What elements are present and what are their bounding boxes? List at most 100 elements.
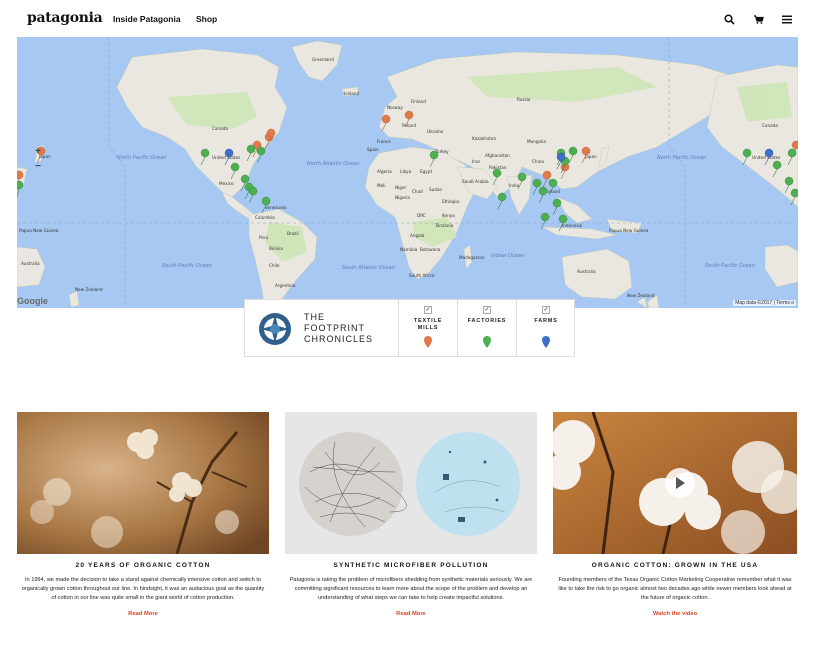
card-organic-cotton: 20 YEARS OF ORGANIC COTTON In 1994, we m… xyxy=(17,412,269,617)
label-colombia: Colombia xyxy=(255,215,275,220)
label-indian-ocean: Indian Ocean xyxy=(491,253,524,259)
label-ethiopia: Ethiopia xyxy=(442,199,459,204)
factories-checkbox[interactable]: ✓ xyxy=(483,306,491,314)
cotton-field-image[interactable] xyxy=(17,412,269,554)
filter-factories[interactable]: ✓ FACTORIES xyxy=(457,300,516,357)
site-header: patagonia Inside Patagonia Shop xyxy=(0,0,818,38)
pin-factory xyxy=(248,186,258,204)
label-ukraine: Ukraine xyxy=(427,129,444,134)
label-australia: Australia xyxy=(577,269,596,274)
textile-mills-checkbox[interactable]: ✓ xyxy=(424,306,432,314)
label-canada-right: Canada xyxy=(762,123,778,128)
label-mongolia: Mongolia xyxy=(527,139,546,144)
label-iran: Iran xyxy=(472,159,481,164)
label-brazil: Brazil xyxy=(287,231,299,236)
pin-factory xyxy=(552,198,562,216)
label-afghanistan: Afghanistan xyxy=(485,153,510,158)
footprint-chronicles-logo xyxy=(259,313,291,345)
land xyxy=(17,40,798,308)
label-new-zealand-left: New Zealand xyxy=(75,287,103,292)
zoom-out-button[interactable]: − xyxy=(34,162,42,172)
label-mali: Mali xyxy=(377,183,386,188)
label-namibia: Namibia xyxy=(400,247,418,252)
label-venezuela: Venezuela xyxy=(265,205,287,210)
pin-factory xyxy=(540,212,550,230)
nav-inside-patagonia[interactable]: Inside Patagonia xyxy=(113,14,181,24)
card-title: ORGANIC COTTON: GROWN IN THE USA xyxy=(591,562,759,569)
textile-mill-pin-icon xyxy=(424,336,432,348)
zoom-in-button[interactable]: + xyxy=(34,147,42,157)
read-more-link[interactable]: Read More xyxy=(285,611,537,617)
label-line: FARMS xyxy=(534,318,558,324)
menu-icon[interactable] xyxy=(780,12,794,26)
label-indonesia: Indonesia xyxy=(562,223,583,228)
search-icon[interactable] xyxy=(722,12,736,26)
footprint-legend: THE FOOTPRINT CHRONICLES ✓ TEXTILE MILLS… xyxy=(244,299,575,357)
label-egypt: Egypt xyxy=(420,169,432,174)
card-text: In 1994, we made the decision to take a … xyxy=(21,577,265,601)
play-video-button[interactable] xyxy=(665,468,695,498)
read-more-link[interactable]: Read More xyxy=(17,611,269,617)
label-line: MILLS xyxy=(417,325,439,331)
map-credit[interactable]: Map data ©2017 | Terms o xyxy=(733,300,796,306)
map-canvas: Greenland Iceland Norway Finland Russia … xyxy=(17,37,798,308)
label-nigeria: Nigeria xyxy=(395,195,410,200)
label-kazakhstan: Kazakhstan xyxy=(472,136,496,141)
world-map[interactable]: Greenland Iceland Norway Finland Russia … xyxy=(17,37,798,308)
microfiber-samples-image[interactable] xyxy=(285,412,537,554)
card-microfiber: SYNTHETIC MICROFIBER POLLUTION Patagonia… xyxy=(285,412,537,617)
label-greenland: Greenland xyxy=(312,57,334,62)
label-china: China xyxy=(532,159,544,164)
label-drc: DRC xyxy=(417,213,426,218)
legend-title-line: THE xyxy=(304,312,325,322)
pin-factory xyxy=(497,192,507,210)
label-south-africa: South Africa xyxy=(409,273,435,278)
label-peru: Peru xyxy=(259,235,269,240)
label-south-atlantic: South Atlantic Ocean xyxy=(342,265,395,271)
legend-title-line: CHRONICLES xyxy=(304,334,374,344)
label-papua-new-guinea-left: Papua New Guinea xyxy=(19,228,59,233)
pin-factory xyxy=(17,180,24,198)
label-madagascar: Madagascar xyxy=(459,255,485,260)
label-south-pacific-right: South Pacific Ocean xyxy=(705,263,755,269)
label-poland: Poland xyxy=(402,123,416,128)
nav-shop[interactable]: Shop xyxy=(196,14,217,24)
filter-textile-mills[interactable]: ✓ TEXTILE MILLS xyxy=(398,300,457,357)
cotton-boll-video[interactable] xyxy=(553,412,797,554)
label-botswana: Botswana xyxy=(420,247,441,252)
card-text: Patagonia is taking the problem of micro… xyxy=(289,577,533,601)
filter-farms[interactable]: ✓ FARMS xyxy=(516,300,575,357)
label-chile: Chile xyxy=(269,263,280,268)
label-australia-left: Australia xyxy=(21,261,40,266)
label-chad: Chad xyxy=(412,189,423,194)
label-russia: Russia xyxy=(517,97,531,102)
label-algeria: Algeria xyxy=(377,169,392,174)
watch-video-link[interactable]: Watch the video xyxy=(553,611,797,617)
card-title: SYNTHETIC MICROFIBER POLLUTION xyxy=(333,562,489,569)
label-argentina: Argentina xyxy=(275,283,296,288)
legend-title-line: FOOTPRINT xyxy=(304,323,365,333)
farms-label: FARMS xyxy=(517,318,575,325)
label-papua-new-guinea: Papua New Guinea xyxy=(609,228,649,233)
patagonia-logo[interactable]: patagonia xyxy=(27,10,103,26)
label-mexico: Mexico xyxy=(219,181,234,186)
label-bolivia: Bolivia xyxy=(269,246,283,251)
card-title: 20 YEARS OF ORGANIC COTTON xyxy=(75,562,211,569)
label-south-pacific: South Pacific Ocean xyxy=(162,263,212,269)
pin-factory xyxy=(538,186,548,204)
label-north-atlantic: North Atlantic Ocean xyxy=(307,161,359,167)
cart-icon[interactable] xyxy=(751,12,765,26)
textile-mills-label: TEXTILE MILLS xyxy=(399,318,457,332)
label-france: France xyxy=(377,139,391,144)
label-niger: Niger xyxy=(395,185,407,190)
label-iceland: Iceland xyxy=(344,91,359,96)
label-angola: Angola xyxy=(410,233,425,238)
label-north-pacific: North Pacific Ocean xyxy=(117,155,166,161)
farms-checkbox[interactable]: ✓ xyxy=(542,306,550,314)
label-kenya: Kenya xyxy=(442,213,455,218)
card-cotton-usa: ORGANIC COTTON: GROWN IN THE USA Foundin… xyxy=(553,412,797,617)
label-saudi-arabia: Saudi Arabia xyxy=(462,179,489,184)
label-spain: Spain xyxy=(367,147,379,152)
label-finland: Finland xyxy=(411,99,426,104)
label-new-zealand: New Zealand xyxy=(627,293,655,298)
